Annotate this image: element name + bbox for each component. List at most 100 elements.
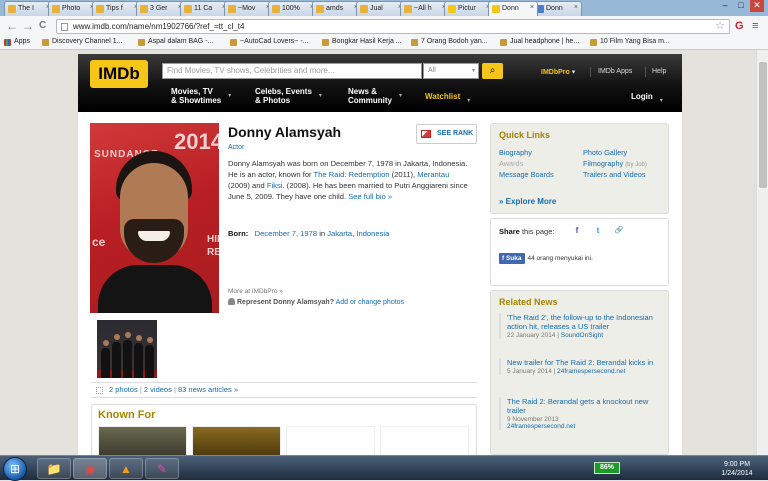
scrollbar-thumb[interactable] <box>759 62 767 188</box>
known-for-poster[interactable] <box>380 426 469 455</box>
imdbpro-link[interactable]: IMDbPro ▾ <box>541 68 575 76</box>
chrome-taskbar-icon[interactable]: ◉ <box>73 458 107 479</box>
page-scrollbar[interactable] <box>756 50 768 455</box>
imdb-logo[interactable]: IMDb <box>90 60 148 88</box>
filmography-link[interactable]: Filmography (by Job) <box>583 159 647 168</box>
browser-tab[interactable]: Pictur× <box>444 1 494 16</box>
back-button[interactable]: ← <box>6 19 18 33</box>
profile-photo[interactable]: SUNDANCE 2014 ce HIR RED <box>90 123 219 313</box>
vlc-taskbar-icon[interactable]: ▲ <box>109 458 143 479</box>
rank-icon <box>421 130 431 138</box>
news-articles-link[interactable]: 83 news articles » <box>178 385 238 394</box>
start-button[interactable]: ⊞ <box>3 457 27 481</box>
tab-favicon-icon <box>404 5 412 13</box>
nav-celebs[interactable]: Celebs, Events & Photos ▾ <box>255 87 322 105</box>
photo-gallery-link[interactable]: Photo Gallery <box>583 148 627 157</box>
browser-tab[interactable]: Donn × <box>488 1 538 16</box>
news-title-link[interactable]: New trailer for The Raid 2: Berandal kic… <box>507 358 659 367</box>
tab-close-icon[interactable]: × <box>574 4 578 11</box>
search-button[interactable]: ⌕ <box>482 63 503 79</box>
person-role[interactable]: Actor <box>228 144 244 151</box>
known-for-poster[interactable] <box>98 426 187 455</box>
bookmark-item[interactable]: Aspal dalam BAG -... <box>138 38 213 46</box>
imdb-apps-link[interactable]: IMDb Apps <box>598 68 632 75</box>
nav-news[interactable]: News & Community ▾ <box>348 87 402 105</box>
separator: | <box>553 368 556 375</box>
more-at-imdbpro-link[interactable]: More at IMDbPro » <box>228 288 283 295</box>
browser-tab[interactable]: 100%× <box>268 1 318 16</box>
link-merantau[interactable]: Merantau <box>417 170 449 179</box>
media-thumbnail[interactable] <box>97 320 157 378</box>
news-source-link[interactable]: 24framespersecond.net <box>557 368 625 375</box>
tab-close-icon[interactable]: × <box>530 4 534 11</box>
news-title-link[interactable]: 'The Raid 2', the follow-up to the Indon… <box>507 313 659 331</box>
browser-tab[interactable]: 11 Ca× <box>180 1 230 16</box>
news-source-link[interactable]: SoundOnSight <box>561 332 603 339</box>
bookmark-item[interactable]: 10 Film Yang Bisa m... <box>590 38 670 46</box>
born-country-link[interactable]: Indonesia <box>356 229 389 238</box>
help-link[interactable]: Help <box>652 68 666 75</box>
known-for-poster[interactable] <box>286 426 375 455</box>
clock[interactable]: 9:00 PM 1/24/2014 <box>712 460 762 478</box>
facebook-icon[interactable]: f <box>571 225 583 237</box>
search-category-value: All <box>428 67 436 74</box>
battery-indicator[interactable]: 86% <box>594 462 620 474</box>
tab-strip: The I×Photo×Tips f×3 Ger×11 Ca×~Mov×100%… <box>0 0 768 16</box>
thumb-person <box>145 345 154 378</box>
news-title-link[interactable]: The Raid 2: Berandal gets a knockout new… <box>507 397 659 415</box>
twitter-icon[interactable]: t <box>592 225 604 237</box>
search-input[interactable]: Find Movies, TV shows, Celebrities and m… <box>162 63 422 79</box>
window-close-button[interactable]: ✕ <box>750 0 764 12</box>
divider <box>590 67 591 77</box>
browser-tab[interactable]: 3 Ger× <box>136 1 186 16</box>
chrome-menu-icon[interactable]: ≡ <box>752 19 758 33</box>
extension-icon[interactable]: G <box>735 19 744 33</box>
apps-shortcut[interactable]: Apps <box>4 38 30 46</box>
videos-link[interactable]: 2 videos <box>144 385 172 394</box>
address-bar[interactable]: www.imdb.com/name/nm1902766/?ref_=tt_cl_… <box>56 19 730 34</box>
like-button[interactable]: f Suka <box>499 253 525 264</box>
browser-tab[interactable]: Jual× <box>356 1 406 16</box>
paint-taskbar-icon[interactable]: ✎ <box>145 458 179 479</box>
window-maximize-button[interactable]: □ <box>734 0 748 12</box>
browser-tab[interactable]: Donn × <box>532 1 582 16</box>
explore-more-link[interactable]: » Explore More <box>499 197 556 206</box>
explorer-taskbar-icon[interactable]: 📁 <box>37 458 71 479</box>
thumb-person <box>112 342 121 378</box>
bookmark-favicon-icon <box>138 39 145 46</box>
see-full-bio-link[interactable]: See full bio » <box>348 192 392 201</box>
see-rank-button[interactable]: SEE RANK <box>416 124 477 144</box>
window-minimize-button[interactable]: – <box>718 0 732 12</box>
browser-tab[interactable]: amds× <box>312 1 362 16</box>
reload-button[interactable]: C <box>39 19 46 33</box>
chevron-down-icon: ▾ <box>659 98 663 104</box>
link-icon[interactable]: 🔗 <box>613 225 625 237</box>
search-category-select[interactable]: All ▾ <box>423 63 479 79</box>
nav-movies-tv[interactable]: Movies, TV & Showtimes ▾ <box>171 87 231 105</box>
known-for-poster[interactable] <box>192 426 281 455</box>
bookmark-star-icon[interactable]: ☆ <box>715 20 725 33</box>
trailers-videos-link[interactable]: Trailers and Videos <box>583 170 645 179</box>
add-photos-link[interactable]: Add or change photos <box>336 299 405 306</box>
forward-button[interactable]: → <box>22 19 34 33</box>
browser-tab[interactable]: ~Mov× <box>224 1 274 16</box>
bookmark-item[interactable]: Bongkar Hasil Kerja ... <box>322 38 402 46</box>
browser-tab[interactable]: The I× <box>4 1 54 16</box>
link-fiksi[interactable]: Fiksi. <box>267 181 285 190</box>
bookmark-item[interactable]: 7 Orang Bodoh yan... <box>411 38 488 46</box>
bookmark-item[interactable]: Jual headphone | he... <box>500 38 579 46</box>
message-boards-link[interactable]: Message Boards <box>499 170 554 179</box>
news-source-link[interactable]: 24framespersecond.net <box>507 423 575 430</box>
bookmark-item[interactable]: ~AutoCad Lovers~ -... <box>230 38 308 46</box>
bookmark-item[interactable]: Discovery Channel 1... <box>42 38 122 46</box>
biography-link[interactable]: Biography <box>499 148 532 157</box>
browser-tab[interactable]: Tips f× <box>92 1 142 16</box>
login-link[interactable]: Login ▾ <box>631 92 663 104</box>
link-the-raid[interactable]: The Raid: Redemption <box>314 170 390 179</box>
born-city-link[interactable]: Jakarta <box>327 229 352 238</box>
born-date-link[interactable]: December 7, 1978 <box>255 229 317 238</box>
browser-tab[interactable]: ~All h× <box>400 1 450 16</box>
browser-tab[interactable]: Photo× <box>48 1 98 16</box>
nav-watchlist[interactable]: Watchlist ▾ <box>425 92 470 104</box>
photos-link[interactable]: 2 photos <box>109 385 138 394</box>
